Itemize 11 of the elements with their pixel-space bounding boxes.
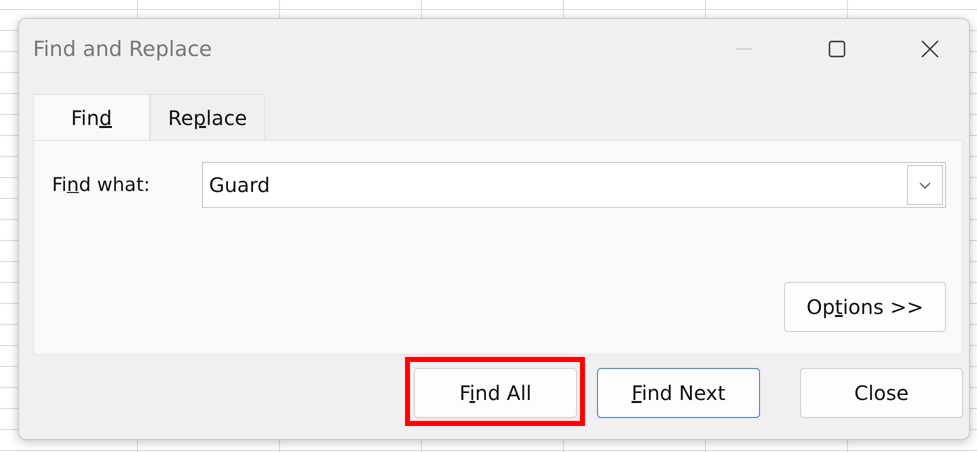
find-what-field[interactable]: Guard: [202, 162, 946, 208]
dialog-button[interactable]: Find Next: [597, 368, 760, 418]
tab[interactable]: Replace: [150, 94, 266, 140]
dialog-button[interactable]: Find All: [414, 368, 577, 418]
close-icon[interactable]: [921, 40, 939, 58]
window-title: Find and Replace: [33, 37, 213, 61]
dialog-button[interactable]: Close: [800, 368, 963, 418]
options-button[interactable]: Options >>: [784, 282, 946, 332]
tab[interactable]: Find: [33, 94, 150, 140]
find-what-label: Find what:: [52, 174, 152, 196]
maximize-icon[interactable]: [828, 40, 846, 58]
